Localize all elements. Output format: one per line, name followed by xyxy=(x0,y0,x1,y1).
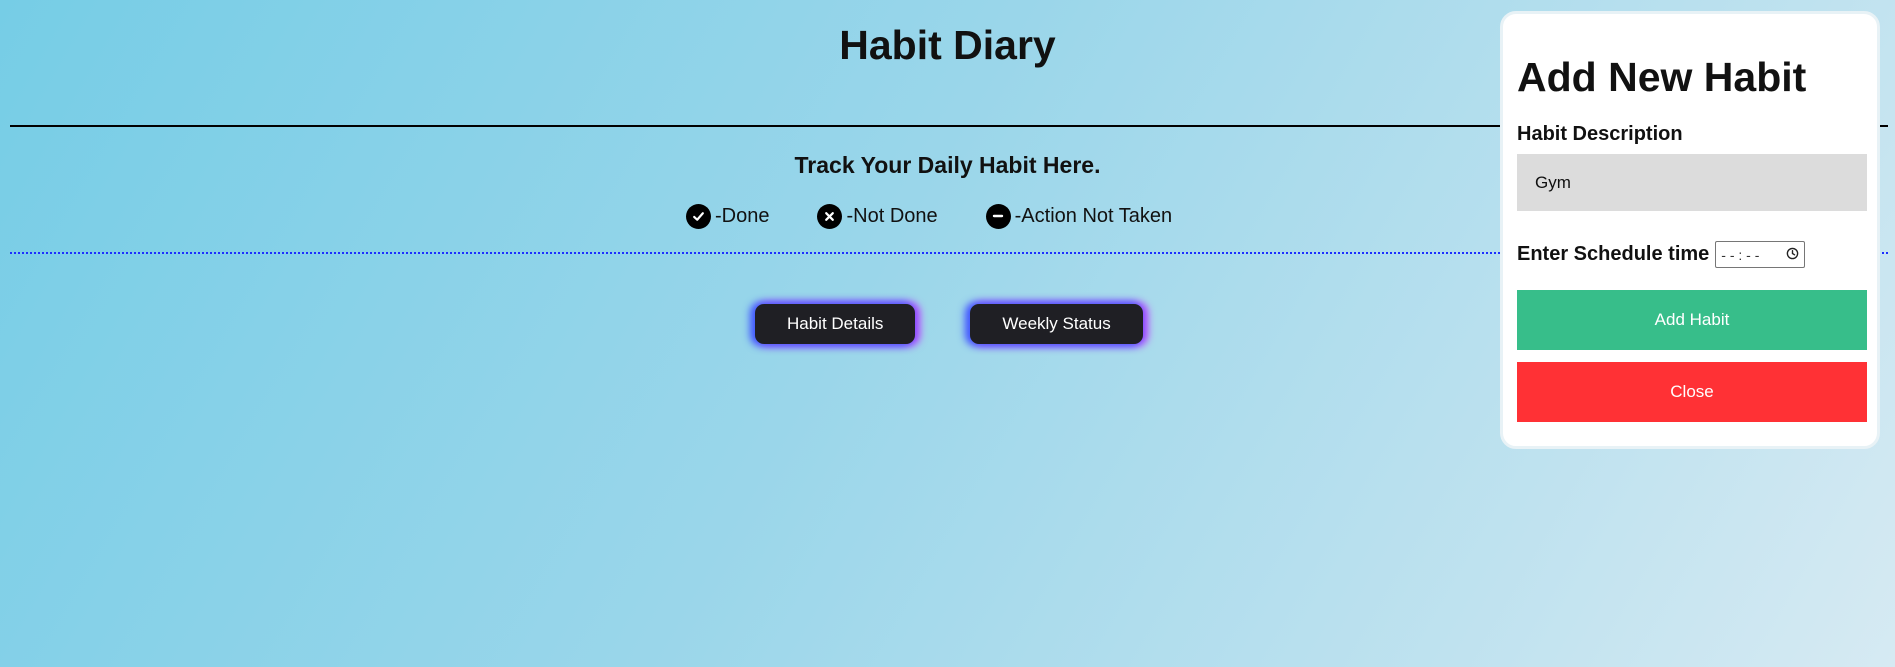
add-habit-modal: Add New Habit Habit Description Enter Sc… xyxy=(1500,11,1880,449)
clock-icon[interactable] xyxy=(1786,247,1799,263)
schedule-time-label: Enter Schedule time xyxy=(1517,243,1710,265)
legend-label-not-done: -Not Done xyxy=(846,204,938,227)
schedule-time-row: Enter Schedule time - - : - - xyxy=(1517,241,1863,268)
close-button[interactable]: Close xyxy=(1517,362,1867,422)
modal-title: Add New Habit xyxy=(1517,54,1807,100)
x-icon xyxy=(817,203,843,229)
legend-item-done: -Done xyxy=(686,203,770,229)
main-button-row: Habit Details Weekly Status xyxy=(755,304,1143,344)
minus-icon xyxy=(985,203,1011,229)
habit-details-button[interactable]: Habit Details xyxy=(755,304,916,344)
legend-label-done: -Done xyxy=(715,204,770,227)
time-placeholder: - - : - - xyxy=(1721,246,1760,263)
check-icon xyxy=(686,203,711,229)
legend-label-action-not-taken: -Action Not Taken xyxy=(1014,204,1173,227)
weekly-status-button[interactable]: Weekly Status xyxy=(970,304,1143,344)
habit-description-label: Habit Description xyxy=(1517,123,1683,145)
status-legend: -Done -Not Done -Action Not Taken xyxy=(686,201,1172,231)
habit-description-input[interactable] xyxy=(1517,154,1867,211)
legend-item-action-not-taken: -Action Not Taken xyxy=(985,203,1173,229)
legend-item-not-done: -Not Done xyxy=(817,203,938,229)
schedule-time-input[interactable]: - - : - - xyxy=(1715,241,1806,268)
add-habit-button[interactable]: Add Habit xyxy=(1517,290,1867,350)
